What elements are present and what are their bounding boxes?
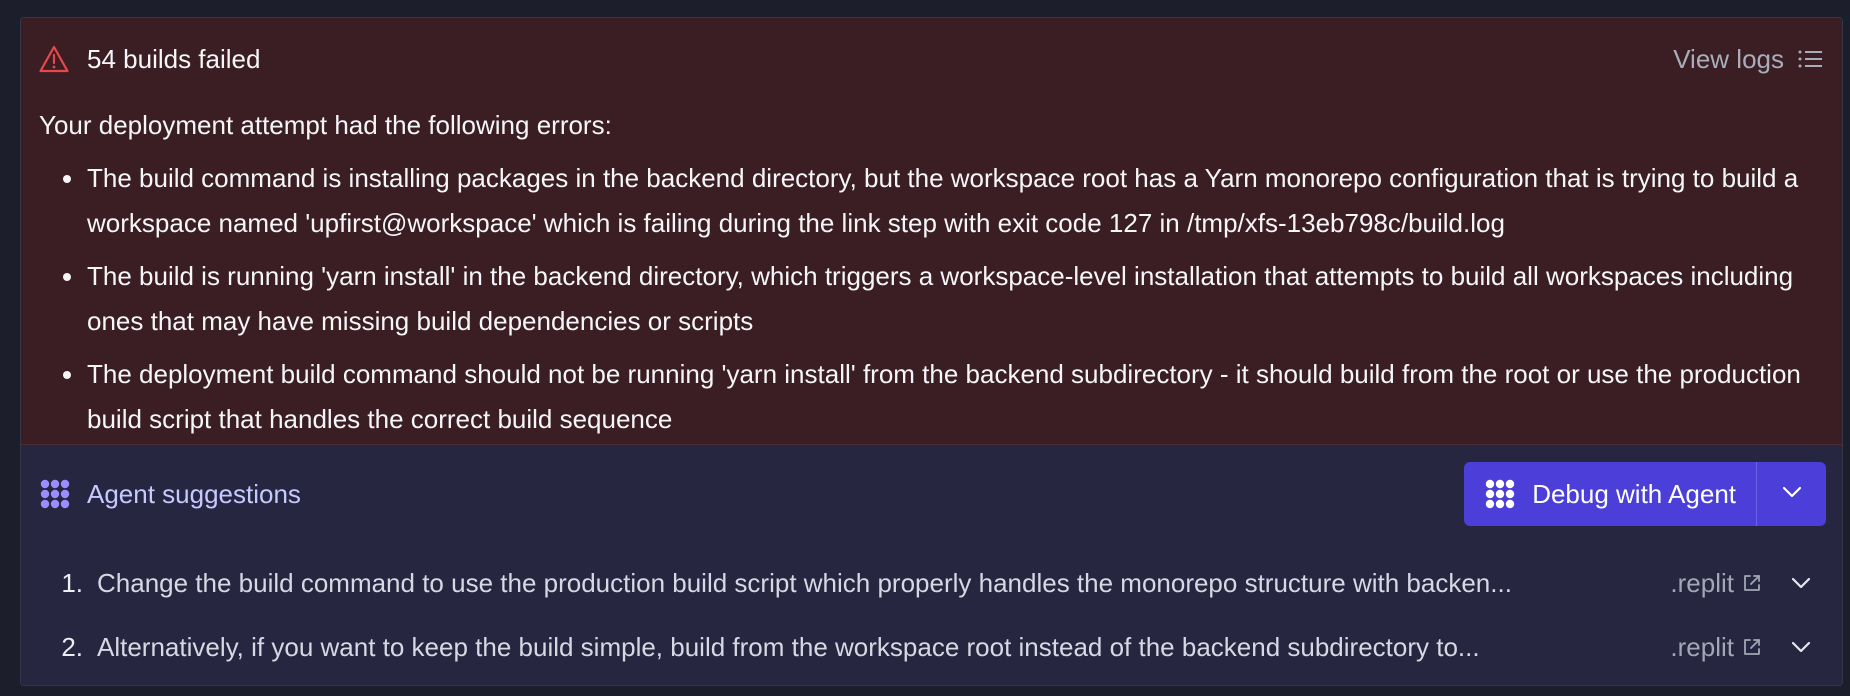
chevron-down-icon [1782, 485, 1802, 503]
agent-logo-icon [39, 478, 71, 510]
suggestion-number: 2. [61, 631, 83, 662]
suggestion-file-name: .replit [1670, 567, 1734, 598]
view-logs-label: View logs [1673, 43, 1784, 74]
suggestion-item[interactable]: 2. Alternatively, if you want to keep th… [39, 615, 1826, 679]
chevron-down-icon [1791, 577, 1811, 589]
debug-button-group: Debug with Agent [1464, 462, 1826, 526]
suggestion-text[interactable]: Alternatively, if you want to keep the b… [97, 632, 1670, 663]
external-link-icon [1744, 575, 1760, 591]
suggestion-list: 1. Change the build command to use the p… [39, 551, 1826, 679]
agent-header: Agent suggestions Debug with Agent [39, 445, 1826, 543]
suggestion-number: 1. [61, 567, 83, 598]
error-panel: 54 builds failed View logs Your deployme… [21, 18, 1842, 445]
warning-triangle-icon [39, 44, 69, 74]
error-list: The build command is installing packages… [39, 156, 1824, 442]
error-item: The build is running 'yarn install' in t… [63, 254, 1824, 344]
expand-suggestion-button[interactable] [1784, 577, 1818, 589]
external-link-icon [1744, 639, 1760, 655]
view-logs-button[interactable]: View logs [1673, 44, 1824, 75]
agent-suggestions-title: Agent suggestions [87, 478, 301, 509]
error-title: 54 builds failed [87, 43, 261, 74]
debug-with-agent-button[interactable]: Debug with Agent [1464, 462, 1757, 526]
suggestion-item[interactable]: 1. Change the build command to use the p… [39, 551, 1826, 615]
suggestion-file-link[interactable]: .replit [1670, 568, 1762, 599]
chevron-down-icon [1791, 641, 1811, 653]
list-icon [1796, 45, 1824, 73]
agent-logo-icon [1484, 478, 1516, 510]
suggestion-file-link[interactable]: .replit [1670, 632, 1762, 663]
error-item: The build command is installing packages… [63, 156, 1824, 246]
deployment-error-card: 54 builds failed View logs Your deployme… [20, 17, 1843, 686]
suggestion-file-name: .replit [1670, 631, 1734, 662]
agent-panel: Agent suggestions Debug with Agent 1. Ch… [21, 445, 1842, 685]
debug-options-dropdown[interactable] [1757, 462, 1826, 526]
error-header: 54 builds failed View logs [39, 18, 1824, 96]
expand-suggestion-button[interactable] [1784, 641, 1818, 653]
debug-with-agent-label: Debug with Agent [1532, 478, 1736, 509]
error-intro: Your deployment attempt had the followin… [39, 110, 612, 140]
suggestion-text[interactable]: Change the build command to use the prod… [97, 568, 1670, 599]
error-item: The deployment build command should not … [63, 352, 1824, 442]
